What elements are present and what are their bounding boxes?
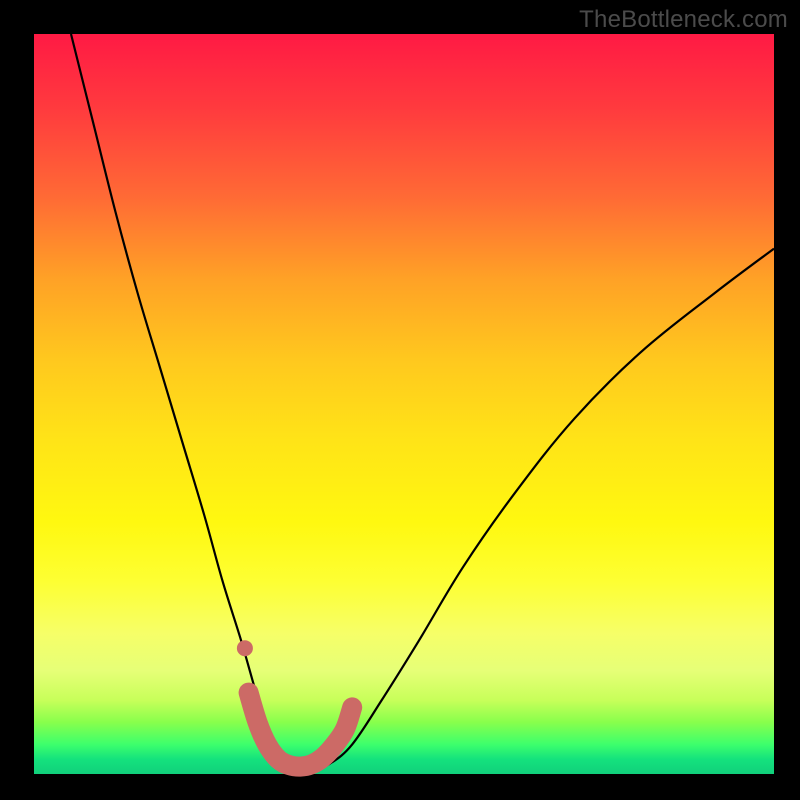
outer-frame: TheBottleneck.com — [0, 0, 800, 800]
outlier-marker — [237, 640, 253, 656]
highlight-band — [249, 693, 353, 767]
bottleneck-curve — [71, 34, 774, 770]
attribution-watermark: TheBottleneck.com — [579, 6, 788, 34]
chart-svg — [34, 34, 774, 774]
marker-layer — [237, 640, 352, 766]
plot-area — [34, 34, 774, 774]
curve-layer — [71, 34, 774, 770]
